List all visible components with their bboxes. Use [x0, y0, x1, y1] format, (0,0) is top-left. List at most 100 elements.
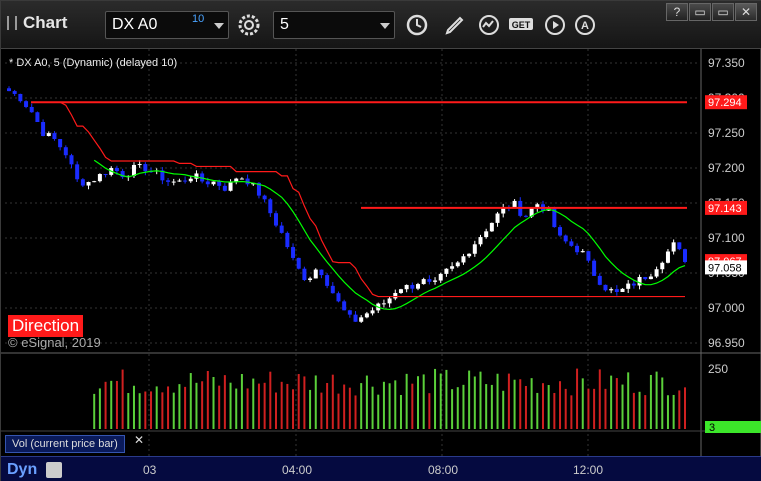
volume-bar	[604, 388, 607, 429]
volume-bar	[286, 383, 289, 429]
candle	[222, 185, 227, 191]
candle	[308, 278, 313, 280]
close-button[interactable]: ✕	[735, 3, 757, 21]
chevron-down-icon[interactable]	[214, 23, 224, 29]
volume-bar	[496, 373, 499, 429]
volume-bar	[93, 393, 96, 429]
candle	[353, 314, 358, 322]
maximize-button[interactable]: ▭	[712, 3, 734, 21]
volume-pane-label[interactable]: Vol (current price bar)	[5, 435, 125, 453]
volume-bar	[513, 379, 516, 429]
candle	[359, 317, 364, 322]
candle	[347, 310, 352, 315]
help-button[interactable]: ?	[666, 3, 688, 21]
play-icon[interactable]	[541, 11, 569, 39]
candle	[495, 213, 500, 223]
volume-tag-label: 3	[709, 422, 715, 434]
volume-bar	[559, 381, 562, 429]
restore-button[interactable]: ▭	[689, 3, 711, 21]
chevron-down-icon[interactable]	[380, 23, 390, 29]
dynamic-label[interactable]: Dyn	[7, 461, 37, 479]
candle	[489, 222, 494, 232]
volume-bar	[661, 377, 664, 429]
close-icon[interactable]: ✕	[134, 433, 144, 447]
volume-bar	[138, 393, 141, 429]
candle	[313, 269, 318, 279]
candle	[660, 262, 665, 270]
candle	[166, 180, 171, 182]
get-icon[interactable]: GET	[507, 11, 535, 39]
volume-bar	[536, 392, 539, 429]
volume-bar	[666, 395, 669, 429]
candle	[114, 168, 119, 172]
volume-bar	[218, 385, 221, 429]
volume-bar	[456, 387, 459, 429]
candle	[438, 273, 443, 281]
volume-bar	[167, 386, 170, 429]
price-tag-label: 97.058	[708, 262, 742, 274]
volume-bar	[343, 384, 346, 429]
pencil-icon[interactable]	[441, 11, 469, 39]
volume-bar	[132, 385, 135, 429]
volume-bar	[98, 388, 101, 429]
volume-bar	[621, 384, 624, 429]
volume-bar	[564, 388, 567, 429]
candle	[563, 235, 568, 242]
candle	[370, 310, 375, 314]
volume-bar	[189, 373, 192, 429]
candle	[183, 180, 188, 182]
lock-icon[interactable]	[46, 462, 62, 478]
candle	[80, 179, 85, 186]
volume-bar	[297, 374, 300, 429]
volume-bar	[365, 375, 368, 429]
candle	[671, 242, 676, 252]
symbol-delay: 10	[192, 13, 205, 25]
candle	[137, 164, 142, 166]
volume-bar	[348, 387, 351, 429]
candle	[319, 269, 324, 276]
candle	[387, 298, 392, 304]
clock-icon[interactable]	[403, 11, 431, 39]
symbol-field[interactable]: DX A0 10	[105, 11, 229, 39]
volume-bar	[115, 380, 118, 429]
interval-field[interactable]: 5	[273, 11, 395, 39]
volume-bar	[354, 395, 357, 429]
candle	[86, 182, 91, 186]
volume-bar	[229, 382, 232, 429]
volume-bar	[405, 373, 408, 429]
candle	[262, 195, 267, 200]
price-tick: 96.950	[708, 336, 745, 350]
volume-bar	[172, 392, 175, 429]
symbol-value: DX A0	[112, 16, 158, 33]
candle	[24, 101, 29, 107]
candle	[205, 181, 210, 185]
candle	[586, 251, 591, 261]
candle	[637, 276, 642, 286]
price-chart[interactable]: 97.35097.30097.25097.20097.15097.10097.0…	[1, 49, 761, 456]
study-icon[interactable]	[475, 11, 503, 39]
grip-icon[interactable]	[7, 16, 17, 30]
volume-bar	[473, 376, 476, 429]
window-title: Chart	[23, 13, 68, 32]
candle	[580, 251, 585, 253]
volume-bar	[360, 383, 363, 429]
candle	[523, 215, 528, 217]
svg-text:GET: GET	[512, 20, 531, 30]
candle	[558, 227, 563, 236]
direction-label: Direction	[8, 315, 84, 337]
candle	[512, 200, 517, 208]
volume-bar	[206, 371, 209, 429]
volume-bar	[593, 388, 596, 429]
volume-bar	[240, 374, 243, 429]
price-tick: 97.100	[708, 231, 745, 245]
volume-bar	[337, 393, 340, 429]
volume-bar	[263, 382, 266, 429]
candle	[239, 178, 244, 180]
auto-icon[interactable]: A	[571, 11, 599, 39]
volume-bar	[615, 378, 618, 429]
candle	[575, 245, 580, 253]
volume-bar	[388, 383, 391, 429]
candle	[69, 155, 74, 165]
volume-bar	[314, 375, 317, 429]
settings-icon[interactable]	[235, 11, 263, 39]
